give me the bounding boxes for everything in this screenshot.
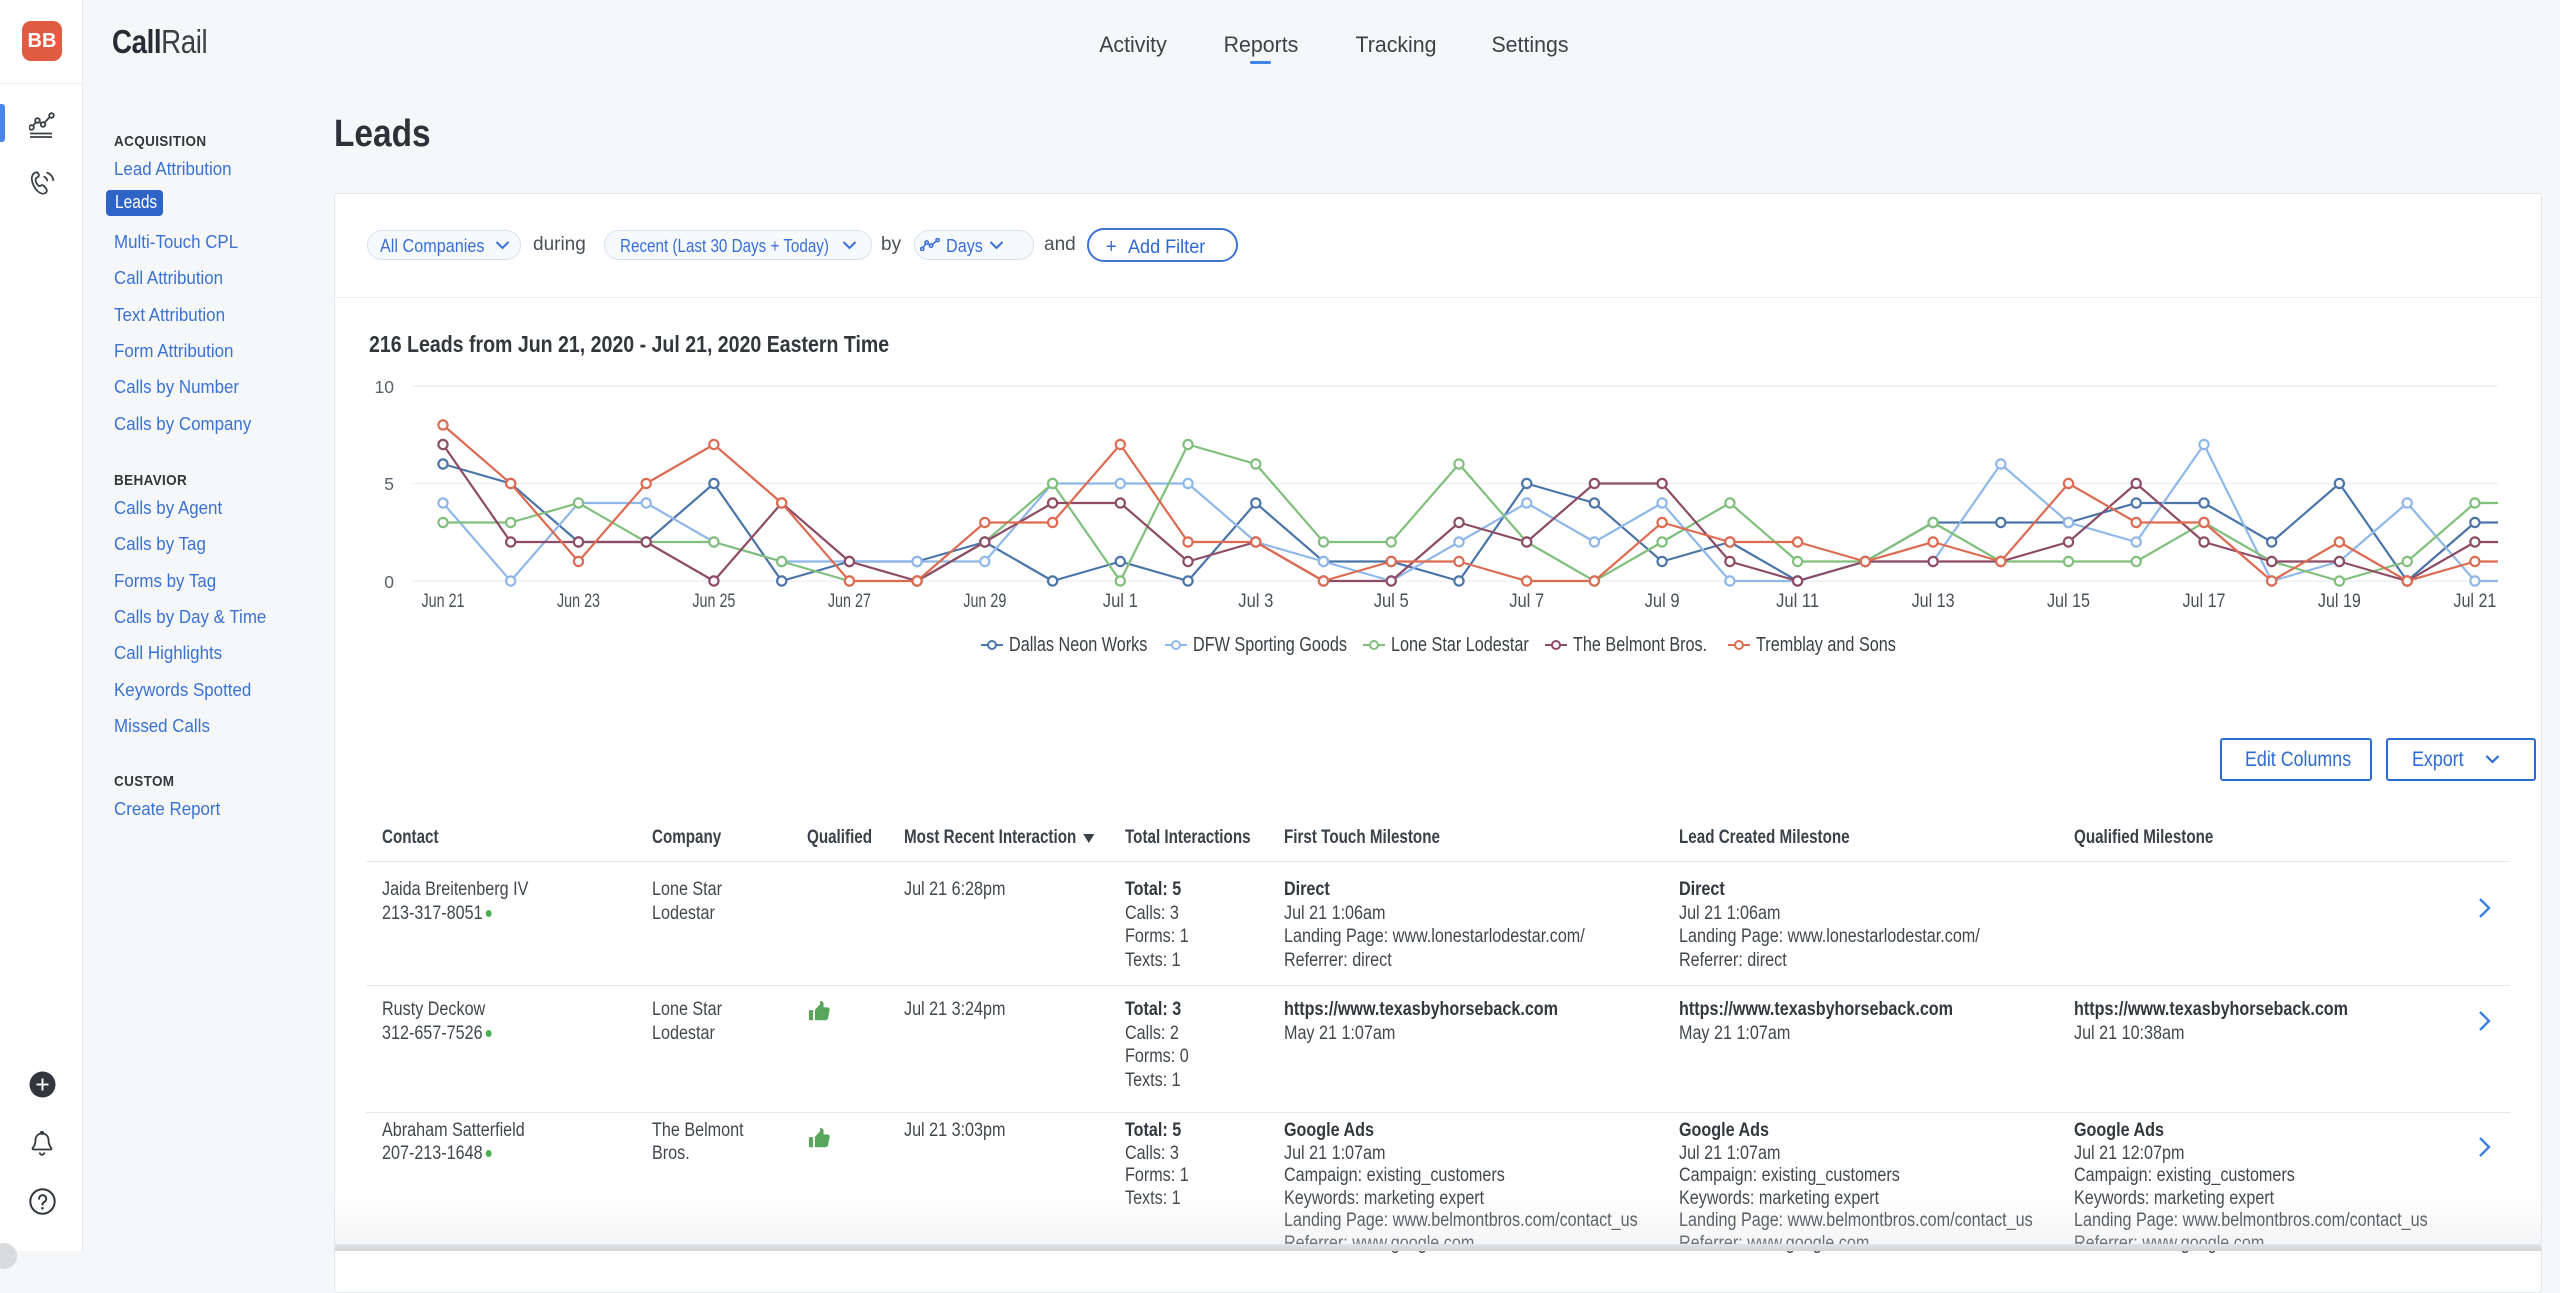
svg-text:Jul 19: Jul 19 [2318,591,2361,612]
svg-text:Jun 27: Jun 27 [828,591,871,612]
svg-text:Jul 21: Jul 21 [2453,591,2496,612]
svg-text:Jul 5: Jul 5 [1374,591,1409,612]
svg-text:Jul 15: Jul 15 [2047,591,2090,612]
svg-text:Jun 23: Jun 23 [557,591,600,612]
svg-text:Jul 3: Jul 3 [1238,591,1273,612]
svg-text:Jun 21: Jun 21 [422,591,465,612]
svg-text:5: 5 [384,474,394,494]
svg-text:0: 0 [384,572,394,592]
svg-text:Jul 11: Jul 11 [1776,591,1819,612]
svg-text:Jul 7: Jul 7 [1509,591,1544,612]
svg-text:Jul 9: Jul 9 [1645,591,1680,612]
svg-text:Jun 25: Jun 25 [692,591,735,612]
svg-text:Jul 17: Jul 17 [2183,591,2226,612]
svg-text:Jul 1: Jul 1 [1103,591,1138,612]
svg-text:10: 10 [375,377,395,397]
svg-text:Jul 13: Jul 13 [1912,591,1955,612]
svg-text:Jun 29: Jun 29 [963,591,1006,612]
